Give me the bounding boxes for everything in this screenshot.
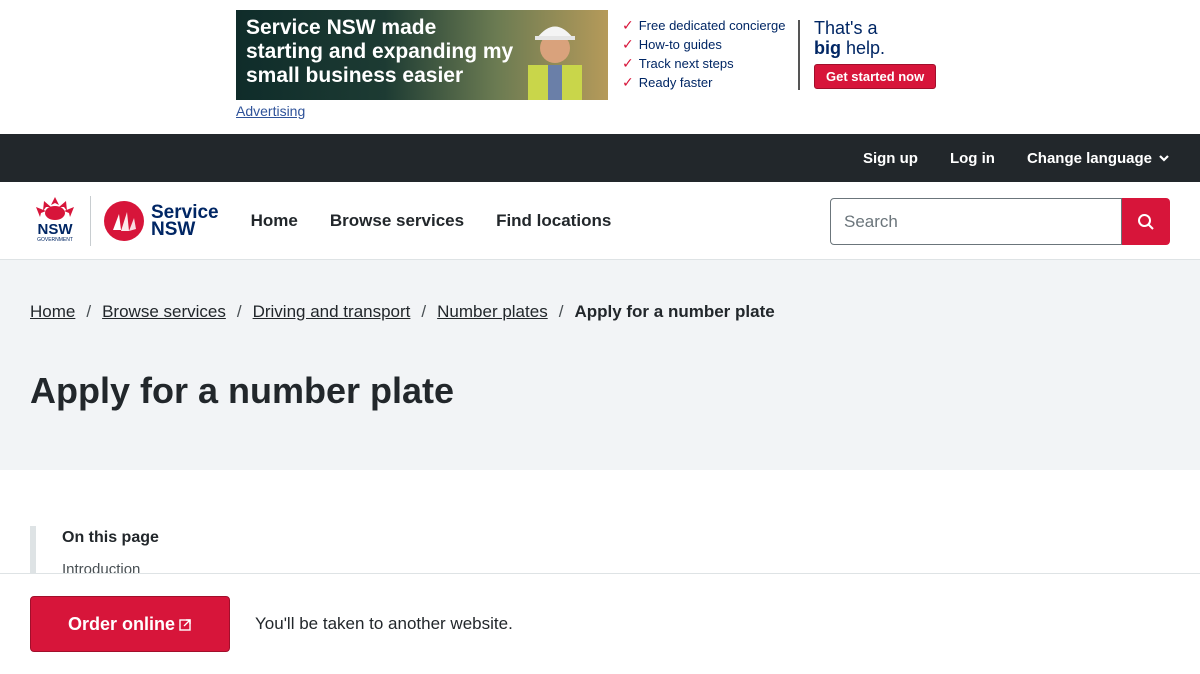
ad-tagline-line1: That's a (814, 18, 878, 38)
breadcrumb-home[interactable]: Home (30, 302, 75, 322)
ad-photo: Service NSW made starting and expanding … (236, 10, 608, 100)
ad-banner[interactable]: Service NSW made starting and expanding … (236, 10, 956, 100)
worker-image (528, 26, 582, 100)
search-button[interactable] (1122, 198, 1170, 245)
nav-home[interactable]: Home (251, 211, 298, 231)
breadcrumb-number-plates[interactable]: Number plates (437, 302, 548, 322)
ad-feature: ✓ Track next steps (622, 55, 734, 71)
ad-feature: ✓ How-to guides (622, 36, 722, 52)
service-nsw-wordmark: Service NSW (151, 201, 219, 240)
nav-find-locations[interactable]: Find locations (496, 211, 611, 231)
nsw-government-logo[interactable]: NSW GOVERNMENT (30, 195, 80, 247)
ad-divider (798, 20, 800, 90)
check-icon: ✓ (622, 17, 634, 33)
site-header: NSW GOVERNMENT Service NSW Home Browse s… (0, 182, 1200, 260)
breadcrumb-current: Apply for a number plate (574, 302, 775, 321)
service-nsw-emblem-icon (104, 200, 144, 241)
nav-browse-services[interactable]: Browse services (330, 211, 464, 231)
on-this-page-heading: On this page (62, 529, 159, 546)
breadcrumb-separator: / (236, 302, 242, 321)
page-hero: Home / Browse services / Driving and tra… (0, 260, 1200, 470)
advertisement: Service NSW made starting and expanding … (0, 0, 1200, 134)
logo-divider (90, 195, 91, 246)
log-in-link[interactable]: Log in (950, 150, 995, 167)
service-nsw-logo[interactable]: Service NSW (103, 200, 219, 242)
external-site-note: You'll be taken to another website. (255, 614, 513, 633)
change-language-button[interactable]: Change language (1027, 150, 1170, 167)
external-link-icon (179, 618, 191, 631)
breadcrumb: Home / Browse services / Driving and tra… (30, 302, 775, 322)
page-title: Apply for a number plate (30, 370, 455, 411)
ad-get-started-button[interactable]: Get started now (814, 64, 937, 89)
advertising-link[interactable]: Advertising (236, 103, 305, 119)
ad-feature: ✓ Ready faster (622, 74, 713, 90)
chevron-down-icon (1159, 155, 1169, 162)
search-icon (1138, 213, 1154, 230)
check-icon: ✓ (622, 74, 634, 90)
check-icon: ✓ (622, 36, 634, 52)
search-input[interactable] (830, 198, 1122, 245)
breadcrumb-separator: / (558, 302, 564, 321)
waratah-icon (36, 196, 74, 220)
main-nav: Home Browse services Find locations (251, 211, 612, 231)
breadcrumb-separator: / (421, 302, 427, 321)
breadcrumb-separator: / (86, 302, 92, 321)
sign-up-link[interactable]: Sign up (863, 150, 918, 167)
breadcrumb-driving-transport[interactable]: Driving and transport (253, 302, 411, 322)
nsw-logo-text: NSW (37, 220, 73, 238)
breadcrumb-browse-services[interactable]: Browse services (102, 302, 226, 322)
main-content: On this page Introduction (0, 470, 1200, 586)
ad-cta: That's a big help. Get started now (814, 10, 937, 100)
ad-feature-list: ✓ Free dedicated concierge ✓ How-to guides… (608, 10, 798, 100)
sticky-action-bar: Order online You'll be taken to another … (0, 573, 1200, 674)
check-icon: ✓ (622, 55, 634, 71)
search-form (830, 198, 1170, 245)
ad-tagline-line2: big help. (814, 38, 886, 58)
ad-headline: Service NSW made starting and expanding … (246, 16, 514, 87)
ad-feature: ✓ Free dedicated concierge (622, 17, 786, 33)
nsw-logo-subtext: GOVERNMENT (37, 236, 73, 243)
utility-bar: Sign up Log in Change language (0, 134, 1200, 182)
order-online-button[interactable]: Order online (30, 596, 230, 652)
